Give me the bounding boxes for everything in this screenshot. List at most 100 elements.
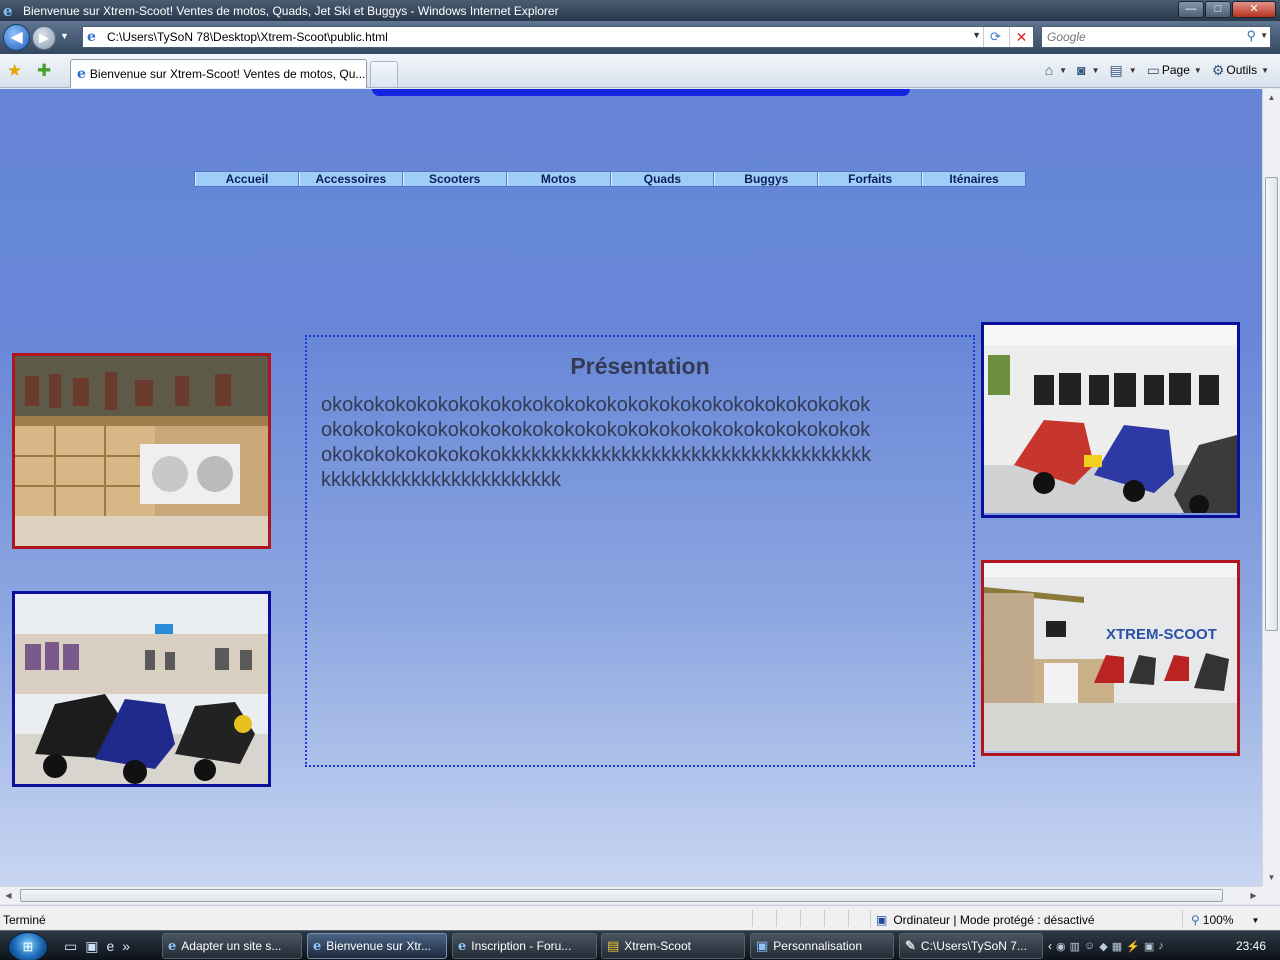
- address-dropdown-icon[interactable]: ▼: [972, 30, 981, 40]
- show-desktop-icon[interactable]: ▭: [64, 938, 77, 955]
- connection-tray-icon[interactable]: ⚡: [1126, 940, 1140, 953]
- zoom-control[interactable]: ⚲ 100% ▼: [1191, 913, 1259, 927]
- scroll-left-icon[interactable]: ◀: [0, 887, 17, 904]
- window-title: Bienvenue sur Xtrem-Scoot! Ventes de mot…: [23, 3, 559, 18]
- search-options-icon[interactable]: ▼: [1260, 31, 1268, 40]
- personalization-icon: ▣: [756, 938, 769, 954]
- page-icon: e: [87, 29, 96, 45]
- menu-item-buggys[interactable]: Buggys: [714, 172, 819, 186]
- presentation-heading: Présentation: [570, 353, 710, 379]
- stop-icon[interactable]: ✕: [1009, 27, 1033, 47]
- performance-tray-icon[interactable]: ▥: [1070, 940, 1080, 953]
- search-box: ⚲ ▼: [1041, 26, 1271, 48]
- security-zone[interactable]: ▣ Ordinateur | Mode protégé : désactivé: [876, 913, 1095, 927]
- page-menu[interactable]: ▭ Page ▼: [1144, 60, 1205, 80]
- page-menu-label: Page: [1161, 63, 1190, 77]
- menu-item-itenaires[interactable]: Iténaires: [922, 172, 1025, 186]
- taskbar-item-4[interactable]: ▣ Personnalisation: [750, 933, 894, 959]
- window-titlebar[interactable]: e Bienvenue sur Xtrem-Scoot! Ventes de m…: [0, 0, 1280, 21]
- start-button[interactable]: ⊞: [8, 932, 48, 960]
- menu-item-forfaits[interactable]: Forfaits: [818, 172, 923, 186]
- taskbar-item-2[interactable]: e Inscription - Foru...: [452, 933, 597, 959]
- tray-expand-icon[interactable]: ‹: [1048, 939, 1052, 953]
- add-favorite-icon[interactable]: ✚: [37, 61, 51, 81]
- keyboard-tray-icon[interactable]: ▦: [1112, 940, 1122, 953]
- menu-item-accessoires[interactable]: Accessoires: [298, 172, 403, 186]
- presentation-text: okokokokokokokokokokokokokokokokokokokok…: [321, 394, 872, 491]
- tab-page-icon: e: [77, 66, 86, 82]
- vertical-scroll-thumb[interactable]: [1265, 177, 1278, 631]
- tray-icons: ◉ ▥ ☺ ◆ ▦ ⚡ ▣ ♪: [1056, 940, 1164, 953]
- favorites-star-icon[interactable]: ★: [7, 61, 22, 81]
- new-tab-button[interactable]: [370, 61, 398, 87]
- back-button[interactable]: ◀: [3, 24, 30, 51]
- ie-icon: e: [458, 938, 467, 954]
- ie-icon: e: [313, 938, 322, 954]
- web-content[interactable]: Accueil Accessoires Scooters Motos Quads…: [0, 89, 1262, 886]
- close-button[interactable]: ✕: [1232, 1, 1276, 18]
- taskbar-item-3[interactable]: ▤ Xtrem-Scoot: [601, 933, 745, 959]
- address-bar[interactable]: e C:\Users\TySoN 78\Desktop\Xtrem-Scoot\…: [82, 26, 1034, 48]
- status-bar: Terminé ▣ Ordinateur | Mode protégé : dé…: [0, 905, 1280, 930]
- window-controls: — □ ✕: [1178, 1, 1276, 18]
- menu-item-motos[interactable]: Motos: [506, 172, 611, 186]
- command-bar: ⌂ ▼ ◙ ▼ ▤ ▼ ▭ Page ▼ ⚙ Outils ▼: [1042, 60, 1272, 80]
- notepad-icon: ✎: [905, 938, 916, 954]
- windows-logo-icon: ⊞: [22, 939, 34, 954]
- tools-menu[interactable]: ⚙ Outils ▼: [1209, 60, 1272, 80]
- refresh-icon[interactable]: ⟳: [983, 27, 1007, 47]
- status-text: Terminé: [3, 913, 46, 927]
- printer-icon: ▤: [1109, 61, 1123, 78]
- tab-active[interactable]: e Bienvenue sur Xtrem-Scoot! Ventes de m…: [70, 59, 367, 88]
- forward-button[interactable]: ▶: [32, 26, 56, 50]
- bluetooth-tray-icon[interactable]: ◆: [1099, 940, 1107, 953]
- showroom-logo-text: XTREM-SCOOT: [1106, 626, 1217, 643]
- zoom-dropdown-icon: ▼: [1251, 915, 1260, 925]
- recent-pages-dropdown-icon[interactable]: ▼: [60, 31, 69, 41]
- scroll-up-icon[interactable]: ▲: [1263, 89, 1280, 106]
- search-icon[interactable]: ⚲: [1246, 28, 1256, 44]
- quick-launch: ▭ ▣ e »: [64, 938, 130, 955]
- taskbar-item-5[interactable]: ✎ C:\Users\TySoN 7...: [899, 933, 1043, 959]
- messenger-tray-icon[interactable]: ☺: [1084, 940, 1095, 953]
- switch-windows-icon[interactable]: ▣: [85, 938, 98, 955]
- gear-icon: ⚙: [1211, 61, 1225, 78]
- site-menu: Accueil Accessoires Scooters Motos Quads…: [194, 171, 1026, 187]
- vertical-scrollbar[interactable]: ▲ ▼: [1262, 89, 1280, 886]
- horizontal-scroll-thumb[interactable]: [20, 889, 1223, 902]
- ie-quicklaunch-icon[interactable]: e: [106, 938, 114, 955]
- minimize-button[interactable]: —: [1178, 1, 1204, 18]
- menu-item-scooters[interactable]: Scooters: [402, 172, 507, 186]
- rss-icon: ◙: [1077, 62, 1086, 78]
- print-button[interactable]: ▤ ▼: [1106, 60, 1139, 80]
- zone-label: Ordinateur | Mode protégé : désactivé: [893, 913, 1095, 927]
- address-url[interactable]: C:\Users\TySoN 78\Desktop\Xtrem-Scoot\pu…: [107, 30, 388, 44]
- network-tray-icon[interactable]: ◉: [1056, 940, 1066, 953]
- clock[interactable]: 23:46: [1236, 939, 1266, 953]
- more-quicklaunch-icon[interactable]: »: [122, 938, 130, 955]
- maximize-button[interactable]: □: [1205, 1, 1231, 18]
- menu-item-quads[interactable]: Quads: [610, 172, 715, 186]
- scroll-corner: [1262, 886, 1280, 904]
- taskbar-item-1[interactable]: e Bienvenue sur Xtr...: [307, 933, 447, 959]
- shop-photo-showroom: XTREM-SCOOT: [981, 560, 1240, 756]
- search-input[interactable]: [1042, 27, 1232, 47]
- taskbar-item-0[interactable]: e Adapter un site s...: [162, 933, 302, 959]
- ie-logo-icon: e: [3, 1, 13, 20]
- ie-icon: e: [168, 938, 177, 954]
- system-tray: ‹ ◉ ▥ ☺ ◆ ▦ ⚡ ▣ ♪ 23:46: [1048, 934, 1280, 958]
- feeds-button[interactable]: ◙ ▼: [1074, 60, 1102, 80]
- tab-label: Bienvenue sur Xtrem-Scoot! Ventes de mot…: [89, 67, 366, 81]
- computer-zone-icon: ▣: [876, 913, 888, 927]
- scroll-right-icon[interactable]: ▶: [1245, 887, 1262, 904]
- page-menu-icon: ▭: [1146, 61, 1160, 78]
- scroll-down-icon[interactable]: ▼: [1263, 869, 1280, 886]
- home-button[interactable]: ⌂ ▼: [1042, 60, 1070, 80]
- display-tray-icon[interactable]: ▣: [1144, 940, 1154, 953]
- menu-item-accueil[interactable]: Accueil: [195, 172, 299, 186]
- volume-icon[interactable]: ♪: [1158, 940, 1164, 953]
- navigation-bar: ◀ ▶ ▼ e C:\Users\TySoN 78\Desktop\Xtrem-…: [0, 21, 1280, 54]
- presentation-box: Présentation okokokokokokokokokokokokoko…: [305, 335, 975, 767]
- tools-menu-label: Outils: [1226, 63, 1258, 77]
- horizontal-scrollbar[interactable]: ◀ ▶: [0, 886, 1262, 904]
